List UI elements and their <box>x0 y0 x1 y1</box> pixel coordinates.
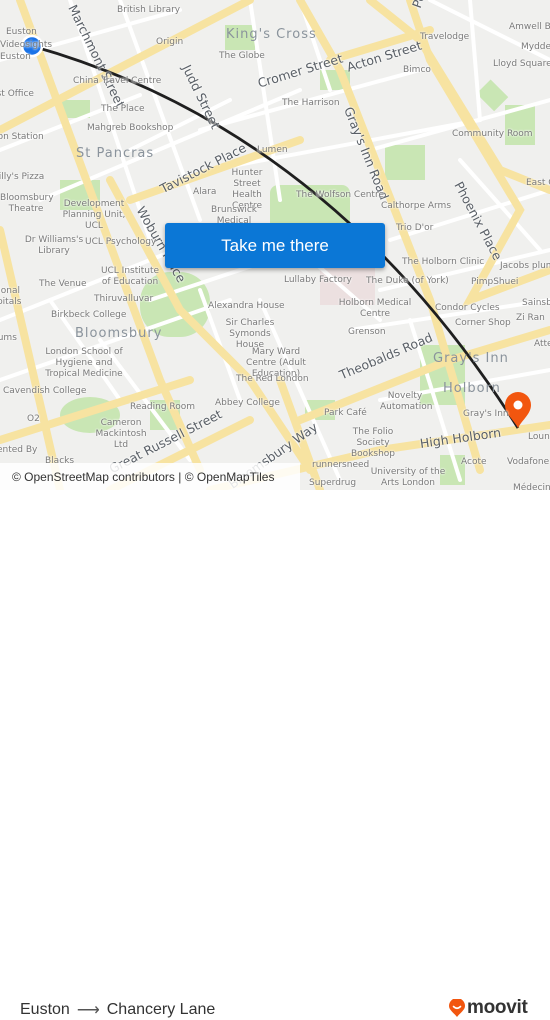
moovit-logo[interactable]: moovit <box>449 997 528 1019</box>
poi-label: Development Planning Unit, UCL <box>62 199 126 231</box>
poi-label: University of the Arts London <box>370 467 446 488</box>
poi-label: Novelty Automation <box>380 391 433 412</box>
poi-label: Euston <box>6 27 37 37</box>
area-label-bloomsbury: Bloomsbury <box>75 326 163 341</box>
poi-label: The Red London <box>236 374 309 384</box>
poi-label: Attendant <box>534 339 550 349</box>
poi-label: Sainsbury's <box>522 298 550 308</box>
poi-label: The Harrison <box>282 98 340 108</box>
footer: Euston ⟶ Chancery Lane moovit <box>0 490 550 1019</box>
poi-label: Videosights <box>0 40 53 50</box>
poi-label: UCL Institute of Education <box>100 266 160 287</box>
poi-label: UCL Psychology <box>85 237 157 247</box>
poi-label: Holborn Medical Centre <box>338 298 412 319</box>
poi-label: Euston <box>0 52 31 62</box>
area-label-kings-cross: King's Cross <box>226 27 317 42</box>
poi-label: Vodafone <box>507 457 550 467</box>
map[interactable]: King's Cross St Pancras Bloomsbury Gray'… <box>0 0 550 490</box>
park <box>476 79 509 112</box>
poi-label: Cavendish College <box>3 386 87 396</box>
poi-label: Bimco <box>403 65 431 75</box>
poi-label: Travelodge <box>420 32 470 42</box>
area-label-grays-inn: Gray's Inn <box>433 351 509 366</box>
poi-label: Lullaby Factory <box>284 275 352 285</box>
poi-label: East C <box>526 178 550 188</box>
poi-label: Calthorpe Arms <box>381 201 452 211</box>
poi-label: Reading Room <box>130 402 196 412</box>
poi-label: Park Café <box>324 408 367 418</box>
poi-label: Willy's Pizza <box>0 172 45 182</box>
poi-label: O2 <box>27 414 40 424</box>
poi-label: The Duke (of York) <box>366 276 449 286</box>
map-attribution[interactable]: © OpenStreetMap contributors | © OpenMap… <box>0 463 300 490</box>
take-me-there-button[interactable]: Take me there <box>165 223 385 268</box>
poi-label: Alexandra House <box>208 301 285 311</box>
poi-label: PimpShuei <box>471 277 519 287</box>
poi-label: Jacobs plumbers <box>500 261 550 271</box>
area-label-st-pancras: St Pancras <box>76 146 155 161</box>
poi-label: Superdrug <box>309 478 357 488</box>
poi-label: Acote <box>461 457 487 467</box>
poi-label: Atriums <box>0 333 17 343</box>
poi-label: The Folio Society Bookshop <box>350 427 395 459</box>
moovit-pin-icon <box>449 999 465 1017</box>
poi-label: runnersneed <box>312 460 370 470</box>
arrow-right-icon: ⟶ <box>76 1002 100 1019</box>
destination-name: Chancery Lane <box>106 1001 216 1018</box>
poi-label: The Holborn Clinic <box>402 257 485 267</box>
poi-label: Lumen <box>257 145 288 155</box>
poi-label: The Wolfson Centre <box>296 190 385 200</box>
poi-label: Médecins <box>513 483 550 490</box>
area-label-holborn: Holborn <box>443 381 501 396</box>
poi-label: The Venue <box>39 279 87 289</box>
poi-label: Presented By <box>0 445 38 455</box>
moovit-wordmark: moovit <box>467 997 528 1018</box>
poi-label: National Hospitals <box>0 286 22 307</box>
poi-label: Cameron Mackintosh Ltd <box>95 418 147 450</box>
poi-label: Corner Shop <box>455 318 511 328</box>
poi-label: British Library <box>117 5 181 15</box>
origin-name: Euston <box>20 1001 70 1018</box>
poi-label: Abbey College <box>215 398 280 408</box>
poi-label: Condor Cycles <box>435 303 500 313</box>
poi-label: Birkbeck College <box>51 310 127 320</box>
poi-label: China Travel Centre <box>73 76 162 86</box>
poi-label: Myddelton <box>521 42 550 52</box>
poi-label: Bloomsbury Theatre <box>0 193 54 214</box>
poi-label: Mahgreb Bookshop <box>87 123 174 133</box>
poi-label: Grenson <box>348 327 386 337</box>
poi-label: Alara <box>193 187 217 197</box>
poi-label: Gray's Inn <box>463 409 509 419</box>
poi-label: London School of Hygiene and Tropical Me… <box>45 347 123 379</box>
poi-label: Trio D'or <box>396 223 434 233</box>
poi-label: Origin <box>156 37 184 47</box>
poi-label: Lounge <box>528 432 550 442</box>
poi-label: Post Office <box>0 89 34 99</box>
poi-label: Thiruvalluvar <box>94 294 154 304</box>
route-summary: Euston ⟶ Chancery Lane <box>20 1000 215 1020</box>
poi-label: Euston Station <box>0 132 44 142</box>
poi-label: The Place <box>101 104 145 114</box>
poi-label: Amwell Bookshop <box>509 22 550 32</box>
poi-label: The Globe <box>219 51 265 61</box>
poi-label: Community Room <box>452 129 533 139</box>
park <box>385 145 425 180</box>
poi-label: Dr Williams's Library <box>24 235 84 256</box>
poi-label: Zi Ran <box>516 313 545 323</box>
poi-label: Lloyd Square <box>493 59 550 69</box>
